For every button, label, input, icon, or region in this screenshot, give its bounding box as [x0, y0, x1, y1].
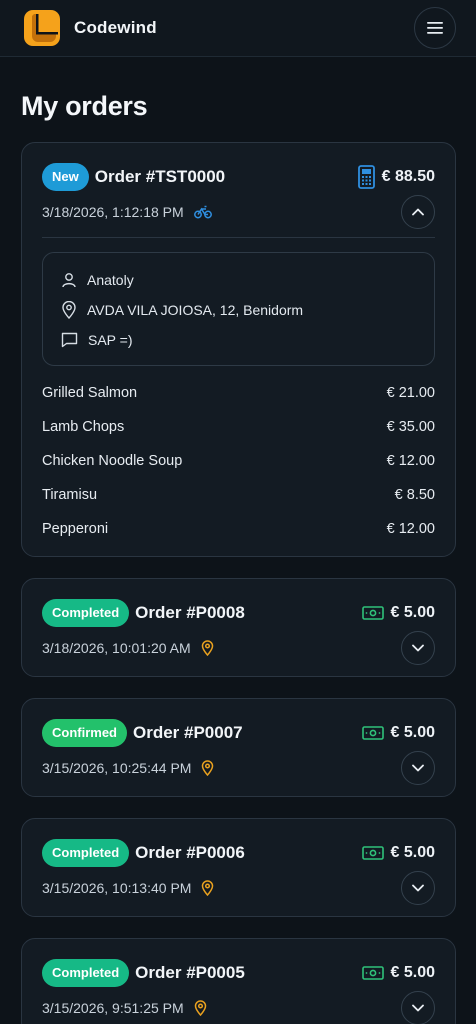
item-price: € 35.00 [386, 419, 435, 435]
cash-icon [361, 606, 384, 620]
status-badge: Completed [42, 599, 130, 627]
customer-info: Anatoly AVDA VILA JOIOSA, 12, Benidorm S… [42, 252, 435, 366]
order-datetime: 3/15/2026, 9:51:25 PM [42, 1000, 184, 1016]
order-number: Order #TST0000 [94, 167, 226, 186]
order-number: Order #P0005 [135, 963, 245, 982]
item-name: Tiramisu [42, 487, 98, 503]
item-name: Pepperoni [42, 521, 109, 537]
list-item: Chicken Noodle Soup € 12.00 [42, 444, 435, 478]
order-price: € 5.00 [390, 964, 435, 981]
order-datetime: 3/18/2026, 10:01:20 AM [42, 640, 191, 656]
order-number: Order #P0006 [135, 843, 245, 862]
order-card[interactable]: Completed Order #P0005 € 5.00 3/15/2026,… [21, 938, 456, 1024]
expand-toggle-button[interactable] [401, 751, 435, 785]
order-number: Order #P0007 [133, 723, 243, 742]
cash-icon [361, 846, 384, 860]
orders-list: New Order #TST0000 € 88.50 3/18/2026, 1:… [0, 122, 476, 1024]
order-datetime: 3/15/2026, 10:13:40 PM [42, 880, 192, 896]
item-price: € 12.00 [386, 521, 435, 537]
status-badge: Confirmed [42, 719, 127, 747]
list-item: Pepperoni € 12.00 [42, 512, 435, 546]
cash-icon [361, 966, 384, 980]
user-icon [62, 273, 76, 288]
order-price: € 88.50 [381, 168, 435, 185]
order-datetime: 3/18/2026, 1:12:18 PM [42, 204, 184, 220]
page-title: My orders [21, 91, 148, 121]
divider [42, 237, 435, 238]
location-pin-icon [62, 301, 76, 319]
list-item: Tiramisu € 8.50 [42, 478, 435, 512]
location-pin-icon [202, 760, 214, 776]
status-badge: Completed [42, 839, 130, 867]
collapse-toggle-button[interactable] [401, 195, 435, 229]
brand-name: Codewind [74, 18, 157, 37]
app-header: Codewind [0, 0, 476, 57]
item-price: € 12.00 [386, 453, 435, 469]
location-pin-icon [202, 880, 214, 896]
hamburger-icon [427, 22, 443, 34]
location-pin-icon [201, 640, 213, 656]
bicycle-icon [193, 205, 212, 219]
comment-icon [61, 332, 78, 348]
order-card[interactable]: Confirmed Order #P0007 € 5.00 3/15/2026,… [21, 698, 456, 797]
chevron-down-icon [412, 1004, 424, 1012]
order-items: Grilled Salmon € 21.00 Lamb Chops € 35.0… [42, 376, 435, 556]
expand-toggle-button[interactable] [401, 991, 435, 1024]
codewind-logo-icon [22, 8, 62, 48]
order-price: € 5.00 [390, 604, 435, 621]
location-pin-icon [194, 1000, 206, 1016]
expand-toggle-button[interactable] [401, 631, 435, 665]
customer-comment: SAP =) [88, 332, 133, 348]
item-name: Grilled Salmon [42, 385, 138, 401]
menu-button[interactable] [414, 7, 456, 49]
chevron-down-icon [412, 644, 424, 652]
brand[interactable]: Codewind [22, 8, 157, 48]
order-price: € 5.00 [390, 844, 435, 861]
order-price: € 5.00 [390, 724, 435, 741]
list-item: Grilled Salmon € 21.00 [42, 376, 435, 410]
customer-name: Anatoly [87, 272, 134, 288]
order-number: Order #P0008 [135, 603, 245, 622]
order-datetime: 3/15/2026, 10:25:44 PM [42, 760, 192, 776]
customer-address: AVDA VILA JOIOSA, 12, Benidorm [87, 302, 304, 318]
item-price: € 8.50 [394, 487, 435, 503]
chevron-down-icon [412, 884, 424, 892]
item-name: Chicken Noodle Soup [42, 453, 183, 469]
item-name: Lamb Chops [42, 419, 125, 435]
status-badge: New [42, 163, 89, 191]
list-item: Lamb Chops € 35.00 [42, 410, 435, 444]
cash-icon [361, 726, 384, 740]
chevron-up-icon [412, 208, 424, 216]
order-card[interactable]: Completed Order #P0006 € 5.00 3/15/2026,… [21, 818, 456, 917]
expand-toggle-button[interactable] [401, 871, 435, 905]
status-badge: Completed [42, 959, 130, 987]
card-terminal-icon [357, 165, 375, 189]
item-price: € 21.00 [386, 385, 435, 401]
order-card[interactable]: New Order #TST0000 € 88.50 3/18/2026, 1:… [21, 142, 456, 557]
order-card[interactable]: Completed Order #P0008 € 5.00 3/18/2026,… [21, 578, 456, 677]
chevron-down-icon [412, 764, 424, 772]
